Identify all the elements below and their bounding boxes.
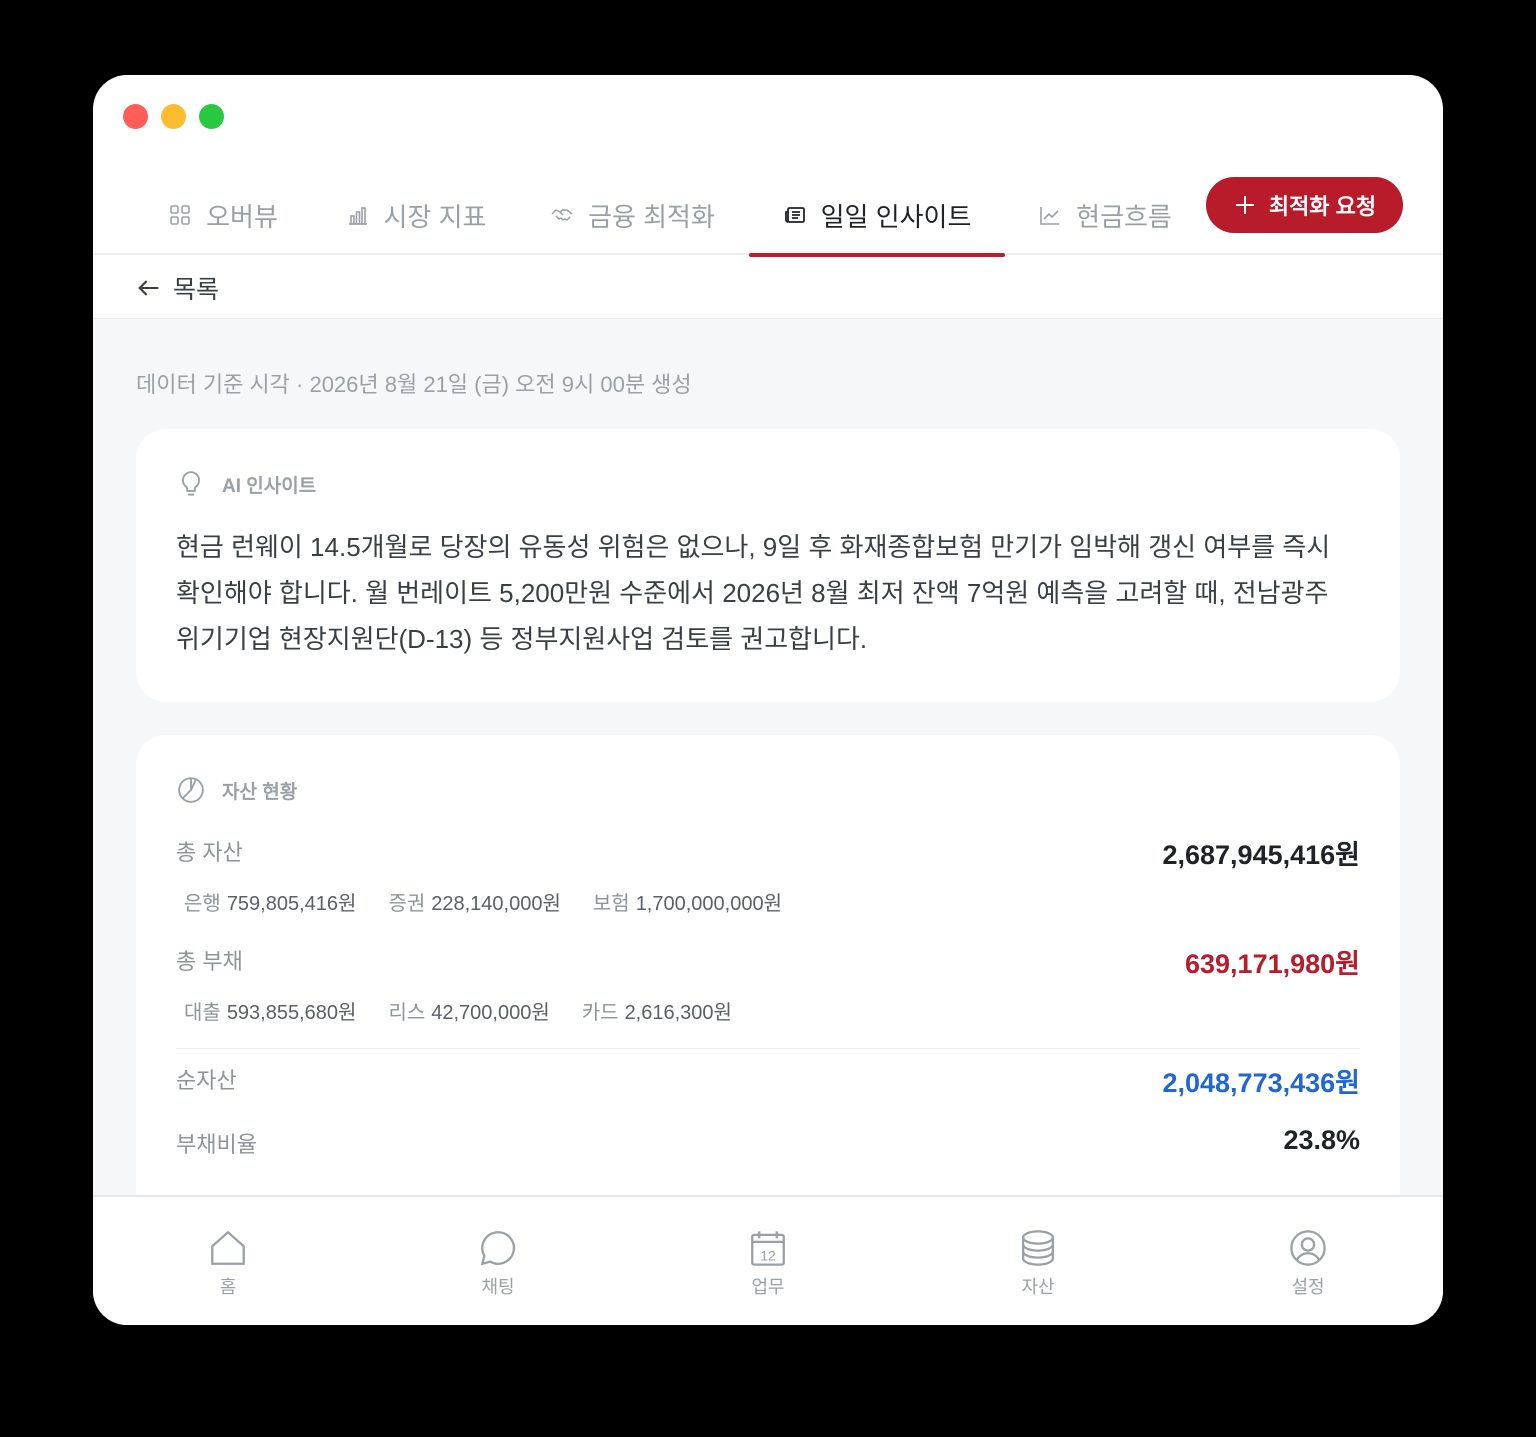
breakdown-item: 카드 2,616,300원 <box>582 996 732 1025</box>
breakdown-item: 보험 1,700,000,000원 <box>593 887 782 916</box>
nav-label: 홈 <box>219 1277 237 1297</box>
divider <box>176 1048 1360 1049</box>
plus-icon <box>1235 196 1254 214</box>
breakdown-value: 759,805,416원 <box>226 893 357 915</box>
main-content[interactable]: 데이터 기준 시각 · 2026년 8월 21일 (금) 오전 9시 00분 생… <box>93 319 1443 1195</box>
minimize-window-button[interactable] <box>161 104 186 129</box>
nav-label: 채팅 <box>481 1277 515 1297</box>
nav-label: 설정 <box>1291 1277 1325 1297</box>
tab-label: 시장 지표 <box>383 201 487 232</box>
net-assets-label: 순자산 <box>176 1068 237 1093</box>
data-timestamp: 데이터 기준 시각 · 2026년 8월 21일 (금) 오전 9시 00분 생… <box>136 372 692 397</box>
breakdown-label: 리스 <box>388 1002 426 1024</box>
asset-breakdown: 은행 759,805,416원 증권 228,140,000원 보험 1,700,00… <box>184 887 782 916</box>
tab-finance-optimization[interactable]: 금융 최적화 <box>545 175 720 255</box>
nav-home[interactable]: 홈 <box>168 1227 288 1299</box>
card-header: 자산 현황 <box>176 775 297 805</box>
breakdown-item: 은행 759,805,416원 <box>184 887 356 916</box>
total-liabilities-value: 639,171,980원 <box>1185 949 1360 979</box>
nav-settings[interactable]: 설정 <box>1248 1227 1368 1299</box>
net-assets-value: 2,048,773,436원 <box>1162 1068 1360 1098</box>
debt-ratio-label: 부채비율 <box>176 1132 257 1157</box>
tab-market-indicators[interactable]: 시장 지표 <box>341 175 491 255</box>
breakdown-item: 리스 42,700,000원 <box>388 996 549 1025</box>
maximize-window-button[interactable] <box>199 104 224 129</box>
tab-cashflow[interactable]: 현금흐름 <box>1035 175 1175 255</box>
bottom-navigation: 홈 채팅 12 업무 자산 설정 <box>93 1195 1443 1325</box>
breakdown-label: 증권 <box>388 893 426 915</box>
breakdown-label: 보험 <box>592 893 630 915</box>
insight-text: 현금 런웨이 14.5개월로 당장의 유동성 위험은 없으나, 9일 후 화재종… <box>176 524 1366 662</box>
window-controls <box>123 104 224 129</box>
ai-insight-card: AI 인사이트 현금 런웨이 14.5개월로 당장의 유동성 위험은 없으나, … <box>136 429 1400 702</box>
card-header: AI 인사이트 <box>176 469 316 499</box>
breakdown-label: 은행 <box>184 893 221 915</box>
card-title: 자산 현황 <box>222 781 298 803</box>
handshake-icon <box>551 209 573 221</box>
breakdown-value: 228,140,000원 <box>431 893 561 915</box>
nav-label: 업무 <box>751 1277 785 1297</box>
back-to-list-link[interactable]: 목록 <box>93 257 1443 319</box>
card-title: AI 인사이트 <box>222 475 317 497</box>
calendar-icon: 12 <box>751 1231 785 1266</box>
insight-line: 현금 런웨이 14.5개월로 당장의 유동성 위험은 없으나, 9일 후 화재종… <box>176 532 1331 562</box>
breakdown-label: 대출 <box>184 1002 221 1024</box>
breakdown-item: 증권 228,140,000원 <box>388 887 560 916</box>
tab-label: 일일 인사이트 <box>820 201 972 232</box>
tab-daily-insight[interactable]: 일일 인사이트 <box>749 175 1005 257</box>
debt-ratio-value: 23.8% <box>1283 1125 1360 1155</box>
tab-label: 현금흐름 <box>1076 201 1172 232</box>
nav-chat[interactable]: 채팅 <box>438 1227 558 1299</box>
breakdown-value: 42,700,000원 <box>431 1002 550 1024</box>
home-icon <box>211 1230 245 1265</box>
tab-bar: 오버뷰 시장 지표 금융 최적화 일일 인사이트 현금흐름 최적화 요청 <box>93 175 1443 257</box>
total-assets-label: 총 자산 <box>176 840 243 865</box>
breakdown-value: 593,855,680원 <box>226 1002 357 1024</box>
newspaper-icon <box>784 207 805 223</box>
insight-line: 위기기업 현장지원단(D-13) 등 정부지원사업 검토를 권고합니다. <box>176 624 868 654</box>
insight-line: 확인해야 합니다. 월 번레이트 5,200만원 수준에서 2026년 8월 최… <box>176 578 1329 608</box>
lightbulb-icon <box>182 471 200 496</box>
breakdown-value: 2,616,300원 <box>624 1002 732 1024</box>
grid-icon <box>170 205 190 225</box>
breakdown-value: 1,700,000,000원 <box>635 893 782 915</box>
cta-label: 최적화 요청 <box>1268 194 1377 219</box>
bar-chart-icon <box>348 207 367 225</box>
calendar-badge: 12 <box>760 1247 776 1263</box>
total-liabilities-label: 총 부채 <box>176 949 243 974</box>
tab-label: 오버뷰 <box>206 201 278 232</box>
arrow-left-icon <box>138 279 159 296</box>
pie-chart-icon <box>178 777 204 803</box>
nav-assets[interactable]: 자산 <box>978 1227 1098 1299</box>
close-window-button[interactable] <box>123 104 148 129</box>
asset-status-card: 자산 현황 총 자산 2,687,945,416원 은행 759,805,416원… <box>136 735 1400 1195</box>
user-circle-icon <box>1290 1230 1326 1266</box>
request-optimization-button[interactable]: 최적화 요청 <box>1206 177 1403 233</box>
total-assets-value: 2,687,945,416원 <box>1162 840 1360 870</box>
breakdown-item: 대출 593,855,680원 <box>184 996 356 1025</box>
back-label: 목록 <box>173 275 220 304</box>
database-icon <box>1021 1230 1055 1266</box>
tab-overview[interactable]: 오버뷰 <box>163 175 283 255</box>
app-window: 오버뷰 시장 지표 금융 최적화 일일 인사이트 현금흐름 최적화 요청 목록 … <box>93 75 1443 1325</box>
breakdown-label: 카드 <box>581 1002 619 1024</box>
trend-line-icon <box>1040 207 1060 225</box>
liability-breakdown: 대출 593,855,680원 리스 42,700,000원 카드 2,616,300… <box>184 996 732 1025</box>
nav-tasks[interactable]: 12 업무 <box>708 1227 828 1299</box>
nav-label: 자산 <box>1021 1277 1055 1297</box>
tab-label: 금융 최적화 <box>588 201 715 232</box>
chat-bubble-icon <box>480 1231 516 1266</box>
